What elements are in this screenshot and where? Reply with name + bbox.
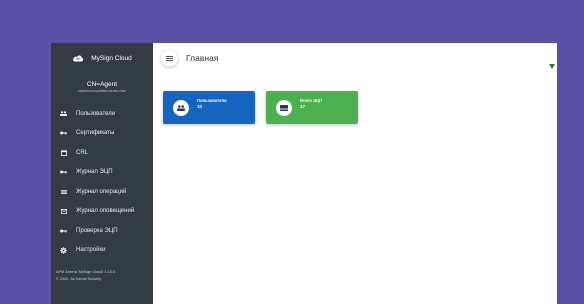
users-card[interactable]: Пользователи 10 bbox=[163, 91, 255, 124]
sidebar-item-label: Журнал ЭЦП bbox=[76, 169, 113, 176]
cloud-icon bbox=[72, 54, 84, 62]
sidebar-item-users[interactable]: Пользователи bbox=[51, 104, 153, 124]
card-icon-circle bbox=[173, 100, 189, 116]
status-indicator bbox=[549, 56, 555, 74]
key-icon bbox=[60, 227, 67, 234]
sidebar-nav: Пользователи Сертификаты CRL Журнал ЭЦП bbox=[51, 104, 153, 260]
sidebar-item-label: Журнал операций bbox=[76, 188, 127, 195]
users-icon bbox=[60, 110, 67, 117]
menu-button[interactable] bbox=[161, 50, 178, 67]
sidebar-item-operations-log[interactable]: Журнал операций bbox=[51, 182, 153, 202]
card-count: 10 bbox=[197, 104, 203, 109]
sidebar-item-label: Настройки bbox=[76, 247, 106, 254]
card-title: Всего ЭЦП bbox=[300, 98, 323, 103]
sidebar-item-notifications-log[interactable]: Журнал оповещений bbox=[51, 202, 153, 222]
sidebar-item-label: Сертификаты bbox=[76, 130, 115, 137]
agent-info: CN=Agent 0000070cb4ad7086a702289175d0 bbox=[51, 73, 153, 104]
card-count: 17 bbox=[300, 104, 306, 109]
brand[interactable]: MySign Cloud bbox=[51, 43, 153, 73]
agent-id: 0000070cb4ad7086a702289175d0 bbox=[78, 89, 126, 93]
key-icon bbox=[60, 130, 67, 137]
triangle-down-icon bbox=[549, 64, 555, 69]
sidebar-item-crl[interactable]: CRL bbox=[51, 143, 153, 163]
sidebar-item-label: Проверка ЭЦП bbox=[76, 227, 118, 234]
sidebar-item-label: Пользователи bbox=[76, 110, 116, 117]
top-bar: Главная bbox=[153, 43, 557, 73]
sidebar-item-settings[interactable]: Настройки bbox=[51, 241, 153, 261]
signatures-card[interactable]: Всего ЭЦП 17 bbox=[266, 91, 358, 124]
hamburger-icon bbox=[166, 56, 173, 61]
list-icon bbox=[60, 188, 67, 195]
sidebar-item-signature-check[interactable]: Проверка ЭЦП bbox=[51, 221, 153, 241]
sidebar-item-certificates[interactable]: Сертификаты bbox=[51, 124, 153, 144]
gear-icon bbox=[60, 246, 67, 254]
app-window: MySign Cloud CN=Agent 0000070cb4ad7086a7… bbox=[51, 43, 557, 304]
sidebar-item-label: Журнал оповещений bbox=[76, 208, 135, 215]
agent-name: CN=Agent bbox=[86, 81, 118, 88]
card-icon-circle bbox=[276, 100, 292, 116]
app-footer: АРМ Агента 'MySign Cloud' 1.13.0 © 2020,… bbox=[56, 269, 115, 282]
card-icon bbox=[280, 105, 288, 111]
mail-icon bbox=[60, 208, 67, 215]
sidebar-item-signature-log[interactable]: Журнал ЭЦП bbox=[51, 163, 153, 183]
sidebar-item-label: CRL bbox=[76, 149, 89, 156]
sidebar: MySign Cloud CN=Agent 0000070cb4ad7086a7… bbox=[51, 43, 153, 304]
brand-name: MySign Cloud bbox=[91, 54, 132, 62]
version-text: АРМ Агента 'MySign Cloud' 1.13.0 bbox=[56, 270, 115, 274]
copyright-text: © 2020, Ak Kamal Security bbox=[56, 276, 102, 281]
calendar-icon bbox=[60, 149, 67, 156]
users-icon bbox=[177, 105, 185, 111]
card-title: Пользователи bbox=[197, 98, 227, 103]
page-title: Главная bbox=[186, 53, 219, 63]
key-icon bbox=[60, 169, 67, 176]
